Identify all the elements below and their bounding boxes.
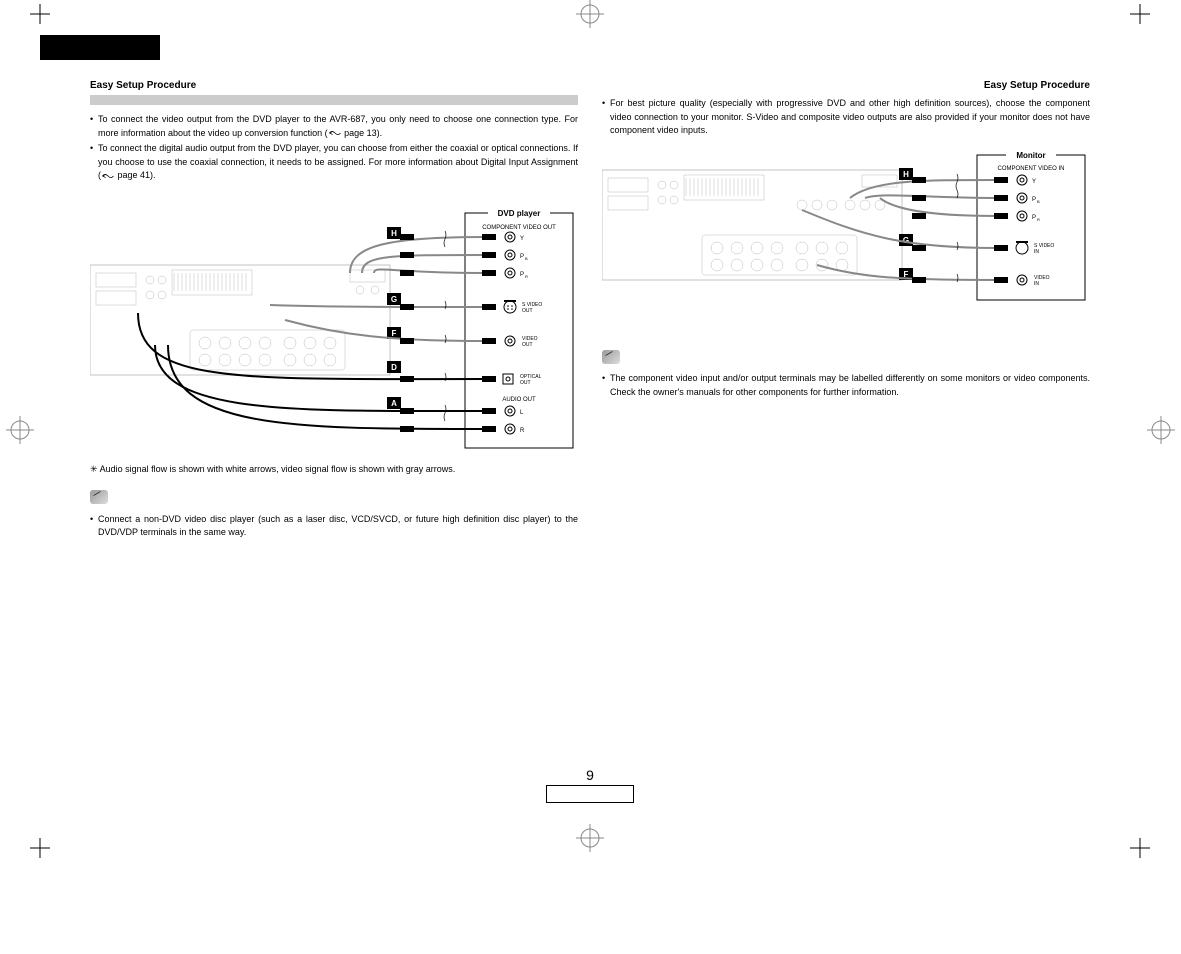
svg-text:P: P <box>520 254 524 260</box>
header-right: Easy Setup Procedure <box>984 80 1090 91</box>
svg-text:H: H <box>903 170 909 179</box>
svg-text:B: B <box>1037 199 1040 204</box>
svg-text:OUT: OUT <box>520 380 531 386</box>
svg-text:H: H <box>391 229 397 238</box>
bullet-item: • The component video input and/or outpu… <box>602 372 1090 399</box>
svg-text:R: R <box>525 274 528 279</box>
text: page 13). <box>342 128 383 138</box>
svg-text:R: R <box>520 428 525 434</box>
section-bar <box>90 95 578 105</box>
svg-text:P: P <box>1032 197 1036 203</box>
svg-text:D: D <box>391 363 397 372</box>
page-number: 9 <box>545 767 635 803</box>
pencil-note-icon <box>90 490 108 504</box>
svg-text:Y: Y <box>520 236 524 242</box>
comp-out-label: COMPONENT VIDEO OUT <box>482 225 556 231</box>
monitor-connection-diagram: Monitor COMPONENT VIDEO IN Y PB PR S VID… <box>602 150 1090 330</box>
svg-text:P: P <box>1032 215 1036 221</box>
svg-text:G: G <box>391 295 397 304</box>
svg-text:A: A <box>391 399 397 408</box>
header-left: Easy Setup Procedure <box>90 80 196 91</box>
page-ref-icon <box>328 129 342 137</box>
svg-text:OUT: OUT <box>522 308 533 314</box>
bullet-item: • To connect the video output from the D… <box>90 113 578 140</box>
svg-text:IN: IN <box>1034 249 1039 255</box>
svg-text:IN: IN <box>1034 281 1039 287</box>
svg-text:Monitor: Monitor <box>1016 151 1045 160</box>
svg-text:F: F <box>392 329 397 338</box>
svg-text:L: L <box>520 410 524 416</box>
svg-text:Y: Y <box>1032 179 1036 185</box>
left-column: • To connect the video output from the D… <box>90 113 578 542</box>
text: To connect the digital audio output from… <box>98 143 578 180</box>
bullet-item: • To connect the digital audio output fr… <box>90 142 578 183</box>
black-header-bar <box>40 35 160 60</box>
bullet-item: • For best picture quality (especially w… <box>602 97 1090 138</box>
right-column: • For best picture quality (especially w… <box>602 97 1090 401</box>
svg-text:B: B <box>525 256 528 261</box>
bullet-item: • Connect a non-DVD video disc player (s… <box>90 513 578 540</box>
text: The component video input and/or output … <box>610 372 1090 399</box>
signal-flow-note: ✳ Audio signal flow is shown with white … <box>90 463 578 477</box>
text: For best picture quality (especially wit… <box>610 97 1090 138</box>
svg-text:COMPONENT VIDEO IN: COMPONENT VIDEO IN <box>998 166 1065 172</box>
svg-text:OUT: OUT <box>522 342 533 348</box>
dvd-connection-diagram: DVD player COMPONENT VIDEO OUT Y PB PR S… <box>90 195 578 455</box>
text: page 41). <box>115 170 156 180</box>
page-ref-icon <box>101 172 115 180</box>
dvd-title: DVD player <box>498 209 541 218</box>
svg-text:G: G <box>903 236 909 245</box>
svg-text:P: P <box>520 272 524 278</box>
pencil-note-icon <box>602 350 620 364</box>
svg-text:AUDIO OUT: AUDIO OUT <box>502 397 536 403</box>
text: Connect a non-DVD video disc player (suc… <box>98 513 578 540</box>
svg-text:R: R <box>1037 217 1040 222</box>
